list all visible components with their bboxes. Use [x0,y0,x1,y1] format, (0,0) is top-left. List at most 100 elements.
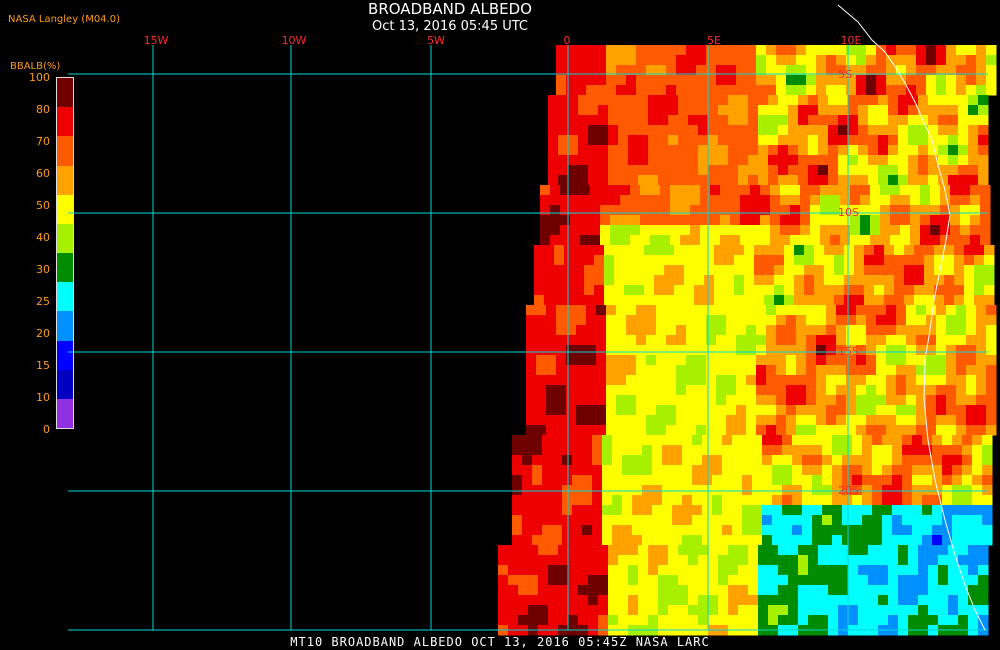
albedo-cell [792,535,803,546]
albedo-cell [816,315,827,326]
albedo-cell [586,385,597,396]
albedo-cell [622,455,633,466]
albedo-cell [950,215,961,226]
albedo-cell [648,155,659,166]
albedo-cell [646,355,657,366]
albedo-cell [522,535,533,546]
albedo-cell [746,335,757,346]
albedo-cell [928,105,939,116]
albedo-cell [610,185,621,196]
albedo-cell [818,135,829,146]
albedo-cell [692,465,703,476]
albedo-cell [896,45,907,56]
albedo-cell [752,515,763,526]
albedo-cell [578,545,589,556]
albedo-cell [560,195,571,206]
albedo-cell [638,95,649,106]
albedo-cell [534,275,545,286]
albedo-cell [606,365,617,376]
albedo-cell [672,455,683,466]
albedo-cell [528,545,539,556]
albedo-cell [522,495,533,506]
albedo-cell [696,55,707,66]
albedo-cell [892,485,903,496]
albedo-cell [596,85,607,96]
albedo-cell [904,295,915,306]
albedo-cell [948,145,959,156]
albedo-cell [876,75,887,86]
albedo-cell [828,615,839,626]
albedo-cell [588,585,599,596]
albedo-cell [538,595,549,606]
albedo-cell [598,145,609,156]
albedo-cell [576,375,587,386]
albedo-cell [932,455,943,466]
albedo-cell [546,315,557,326]
albedo-cell [628,605,639,616]
albedo-cell [590,195,601,206]
albedo-cell [974,255,985,266]
albedo-cell [548,575,559,586]
albedo-cell [948,125,959,136]
albedo-cell [646,385,657,396]
albedo-cell [858,555,869,566]
albedo-cell [592,495,603,506]
colorbar-tick: 80 [36,103,50,116]
albedo-cell [786,365,797,376]
albedo-cell [848,155,859,166]
albedo-cell [808,595,819,606]
albedo-cell [946,355,957,366]
albedo-cell [784,285,795,296]
albedo-cell [696,385,707,396]
albedo-cell [778,555,789,566]
albedo-cell [780,185,791,196]
albedo-cell [656,385,667,396]
albedo-cell [874,265,885,276]
albedo-cell [944,245,955,256]
albedo-cell [894,265,905,276]
albedo-cell [592,535,603,546]
albedo-cell [812,505,823,516]
albedo-cell [696,415,707,426]
albedo-cell [954,295,965,306]
albedo-cell [674,255,685,266]
albedo-cell [880,195,891,206]
albedo-cell [770,225,781,236]
albedo-cell [910,215,921,226]
albedo-cell [806,335,817,346]
albedo-cell [954,255,965,266]
albedo-cell [818,165,829,176]
albedo-cell [588,545,599,556]
albedo-cell [888,615,899,626]
albedo-cell [808,575,819,586]
albedo-cell [756,75,767,86]
albedo-cell [890,215,901,226]
albedo-cell [614,255,625,266]
albedo-cell [836,315,847,326]
albedo-cell [560,225,571,236]
albedo-cell [716,415,727,426]
albedo-cell [676,385,687,396]
albedo-cell [796,395,807,406]
albedo-cell [986,345,997,356]
albedo-cell [592,475,603,486]
albedo-cell [634,255,645,266]
albedo-cell [888,135,899,146]
albedo-cell [974,265,985,276]
albedo-cell [854,255,865,266]
albedo-cell [720,185,731,196]
albedo-cell [728,105,739,116]
albedo-cell [588,95,599,106]
albedo-cell [538,555,549,566]
albedo-cell [856,55,867,66]
albedo-cell [722,525,733,536]
albedo-cell [944,265,955,276]
albedo-cell [868,595,879,606]
albedo-cell [962,455,973,466]
albedo-cell [898,595,909,606]
albedo-cell [884,285,895,296]
albedo-cell [606,335,617,346]
albedo-cell [588,145,599,156]
albedo-cell [910,185,921,196]
albedo-cell [930,185,941,196]
